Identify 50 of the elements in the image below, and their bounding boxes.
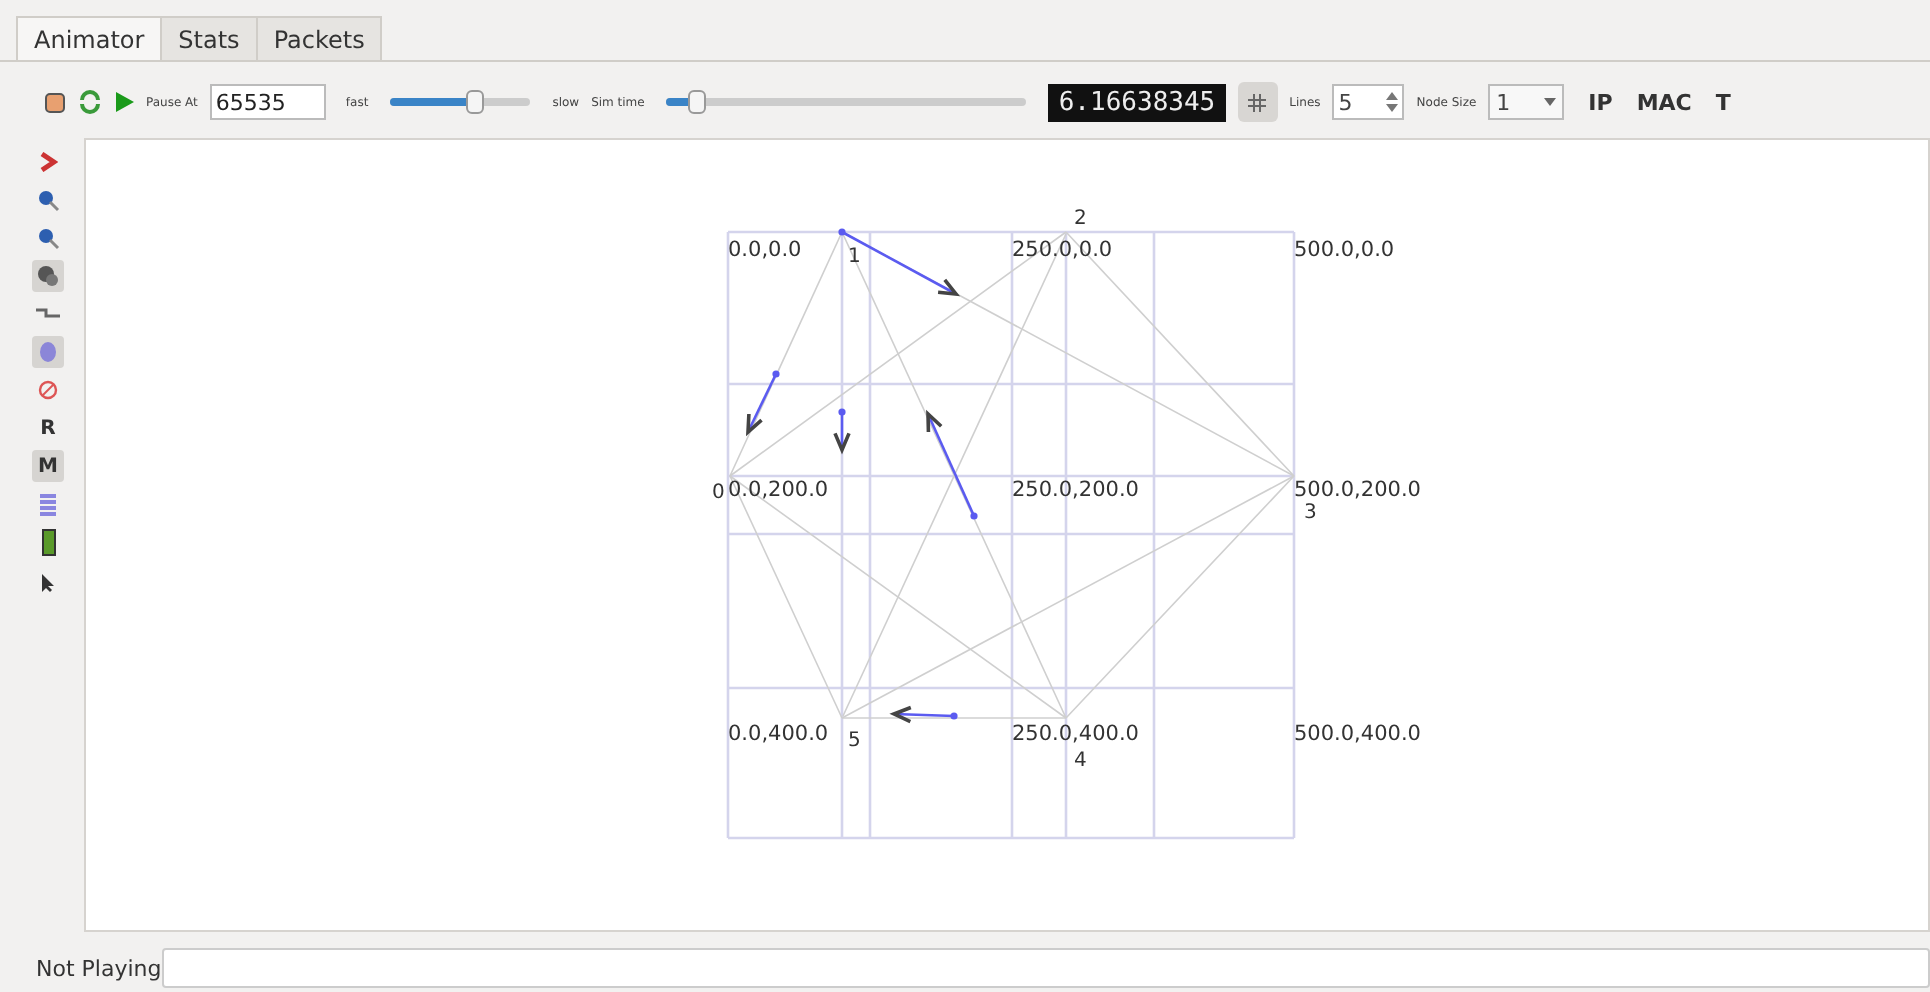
play-icon[interactable] bbox=[114, 92, 134, 112]
packet-arrow bbox=[889, 705, 958, 724]
packet-arrow bbox=[746, 370, 780, 437]
coordinate-label: 250.0,200.0 bbox=[1012, 478, 1139, 502]
ip-toggle[interactable]: IP bbox=[1588, 89, 1613, 115]
coordinate-label: 500.0,0.0 bbox=[1294, 238, 1395, 262]
tab[interactable]: Packets bbox=[255, 16, 383, 60]
stop-icon[interactable] bbox=[44, 91, 66, 113]
coordinate-label: 0.0,0.0 bbox=[728, 238, 802, 262]
status-text: Not Playing bbox=[36, 955, 162, 981]
t-toggle[interactable]: T bbox=[1715, 89, 1731, 115]
node-label: 5 bbox=[848, 730, 861, 752]
node-label: 3 bbox=[1304, 502, 1317, 524]
packet-arrow bbox=[838, 228, 961, 297]
packet-arrow bbox=[926, 409, 978, 520]
node-size-dropdown[interactable]: 1 bbox=[1488, 84, 1565, 120]
caret-icon bbox=[1544, 98, 1557, 106]
packet-arrow bbox=[833, 408, 851, 455]
coordinate-label: 500.0,200.0 bbox=[1294, 478, 1421, 502]
toggle-button[interactable]: R bbox=[32, 412, 64, 444]
gear-icon bbox=[36, 264, 60, 288]
node-label: 1 bbox=[848, 246, 861, 268]
block-icon bbox=[38, 380, 58, 400]
magnifier-icon bbox=[36, 188, 60, 212]
time-display: 6.16638345 bbox=[1048, 83, 1226, 121]
refresh-icon[interactable] bbox=[78, 90, 102, 114]
coordinate-label: 0.0,400.0 bbox=[728, 722, 829, 746]
fingerprint-icon bbox=[38, 340, 58, 364]
node-label: 2 bbox=[1074, 208, 1087, 230]
battery-icon bbox=[41, 528, 55, 556]
toggle-button[interactable]: M bbox=[32, 450, 64, 482]
tab[interactable]: Stats bbox=[160, 16, 258, 60]
magnifier-icon bbox=[36, 226, 60, 250]
grid-button[interactable] bbox=[1237, 82, 1278, 122]
coordinate-label: 0.0,200.0 bbox=[728, 478, 829, 502]
grid-icon bbox=[1248, 93, 1267, 111]
lines-spinbox[interactable]: 5 bbox=[1332, 84, 1405, 120]
tool-button[interactable] bbox=[32, 260, 64, 292]
chevron-icon bbox=[38, 152, 58, 172]
coordinate-label: 250.0,400.0 bbox=[1012, 722, 1139, 746]
mac-toggle[interactable]: MAC bbox=[1636, 89, 1692, 115]
coordinate-label: 250.0,0.0 bbox=[1012, 238, 1113, 262]
list-icon bbox=[38, 491, 58, 517]
tab[interactable]: Animator bbox=[16, 16, 163, 60]
ruler-icon bbox=[34, 306, 62, 322]
coordinate-label: 500.0,400.0 bbox=[1294, 722, 1421, 746]
pause-at-field[interactable]: 65535 bbox=[209, 84, 326, 120]
node-label: 4 bbox=[1074, 750, 1087, 772]
node-label: 0 bbox=[712, 482, 725, 504]
spin-arrows-icon[interactable] bbox=[1386, 90, 1399, 114]
